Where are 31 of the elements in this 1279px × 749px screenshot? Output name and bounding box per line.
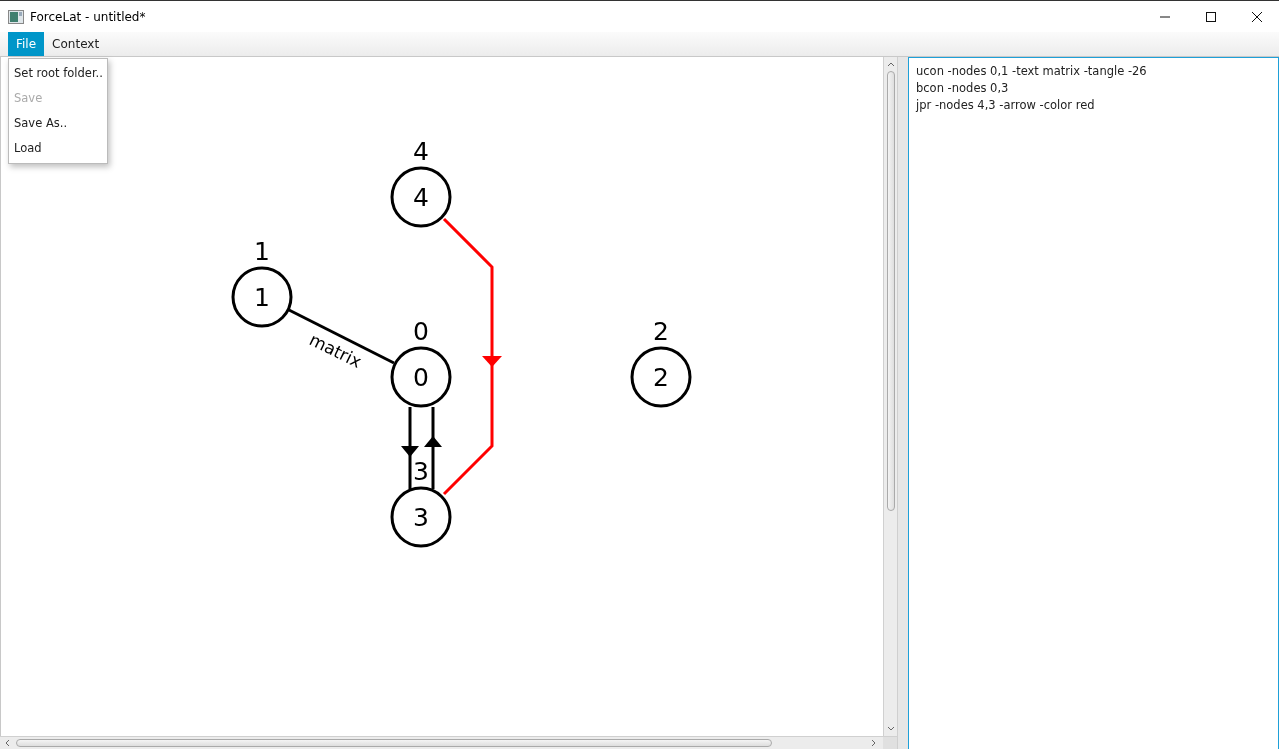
menu-option[interactable]: Load — [9, 136, 107, 161]
horizontal-scrollbar[interactable] — [0, 736, 897, 749]
scrollbar-corner — [883, 737, 897, 749]
window-title: ForceLat - untitled* — [30, 9, 146, 24]
graph-node: 4 — [390, 166, 452, 228]
graph-node: 0 — [390, 346, 452, 408]
scrollbar-thumb[interactable] — [886, 71, 895, 511]
code-line: jpr -nodes 4,3 -arrow -color red — [916, 97, 1096, 114]
scroll-down-icon[interactable] — [886, 726, 895, 732]
maximize-icon[interactable] — [1205, 10, 1217, 23]
app-icon — [8, 9, 24, 24]
vertical-scrollbar[interactable] — [883, 57, 897, 736]
menu-item[interactable]: Context — [44, 32, 108, 56]
node-caption: 0 — [413, 317, 429, 346]
code-line: bcon -nodes 0,3 — [916, 80, 1010, 97]
node-caption: 3 — [413, 457, 429, 486]
scroll-left-icon[interactable] — [4, 739, 10, 747]
scroll-up-icon[interactable] — [886, 61, 895, 67]
graph-node: 1 — [231, 266, 293, 328]
close-icon[interactable] — [1251, 10, 1263, 23]
scroll-right-icon[interactable] — [871, 739, 877, 747]
graph-node: 2 — [630, 346, 692, 408]
node-caption: 1 — [254, 237, 270, 266]
menu-option[interactable]: Save As.. — [9, 111, 107, 136]
graph-node: 3 — [390, 486, 452, 548]
node-caption: 2 — [653, 317, 669, 346]
scrollbar-thumb[interactable] — [16, 739, 772, 747]
node-caption: 4 — [413, 137, 429, 166]
script-editor[interactable]: ucon -nodes 0,1 -text matrix -tangle -26 bcon -nodes 0,3 jpr -nodes 4,3 -arrow -color red — [908, 57, 1279, 749]
menu-option[interactable]: Set root folder.. — [9, 61, 107, 86]
code-line: ucon -nodes 0,1 -text matrix -tangle -26 — [916, 63, 1148, 80]
